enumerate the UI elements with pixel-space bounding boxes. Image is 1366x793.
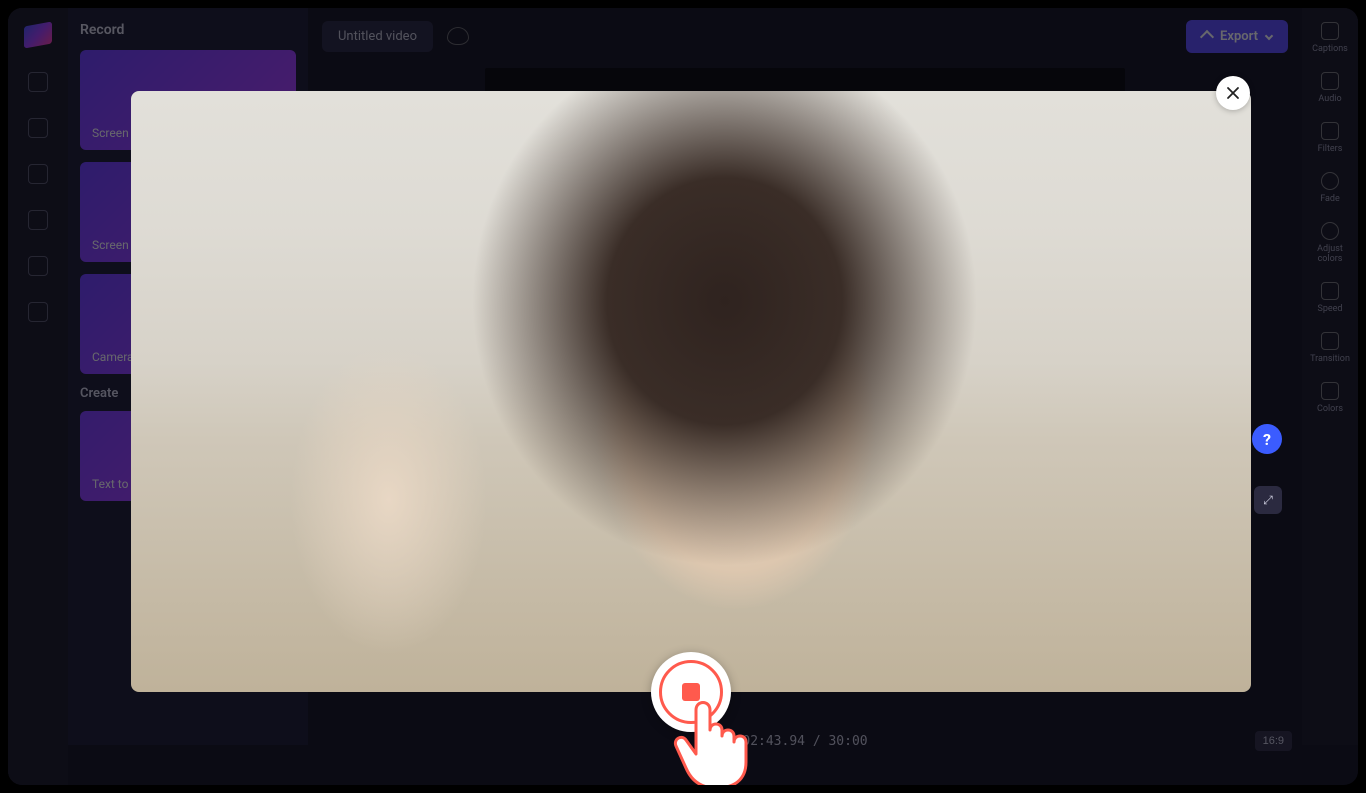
stop-ring-icon [659, 660, 723, 724]
close-icon [1226, 86, 1240, 100]
camera-feed [131, 91, 1251, 692]
recording-modal [131, 91, 1251, 692]
expand-preview-button[interactable]: ⤢ [1254, 486, 1282, 514]
stop-square-icon [682, 683, 700, 701]
app-shell: Record Screen & camera Screen Camera Cre… [8, 8, 1358, 785]
close-modal-button[interactable] [1216, 76, 1250, 110]
stop-recording-button[interactable] [651, 652, 731, 732]
help-button[interactable]: ? [1252, 424, 1282, 454]
